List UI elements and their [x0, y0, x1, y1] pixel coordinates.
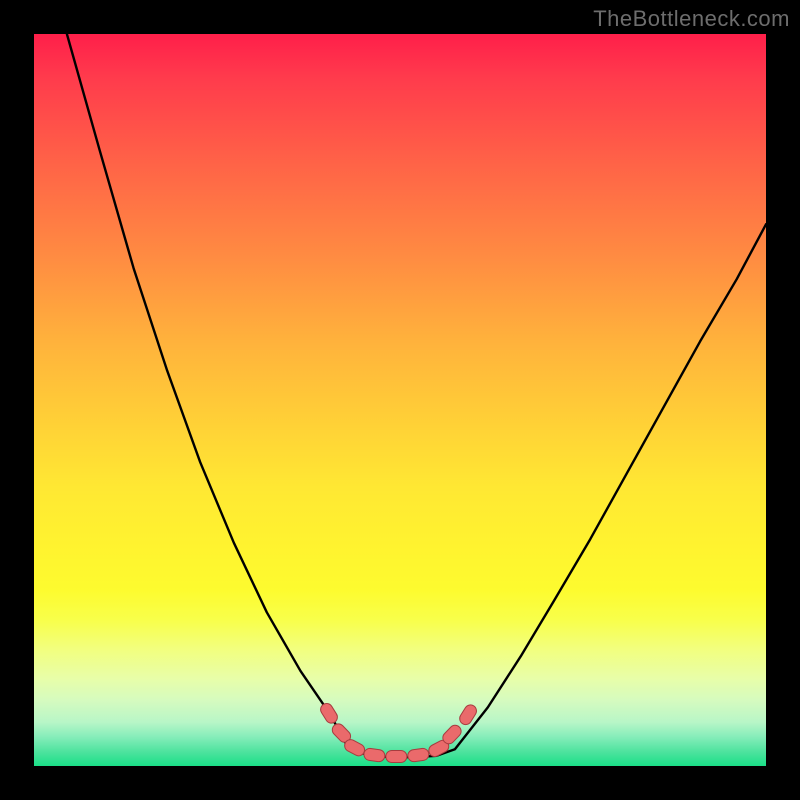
watermark-text: TheBottleneck.com — [593, 6, 790, 32]
highlight-marker — [318, 701, 339, 725]
highlight-marker — [407, 748, 429, 763]
highlight-marker — [386, 750, 407, 762]
bottleneck-path — [67, 34, 766, 757]
highlight-marker — [363, 748, 385, 763]
highlight-markers — [318, 701, 478, 762]
plot-area — [34, 34, 766, 766]
chart-frame: TheBottleneck.com — [0, 0, 800, 800]
curve-layer — [34, 34, 766, 766]
bottleneck-curve — [67, 34, 766, 757]
